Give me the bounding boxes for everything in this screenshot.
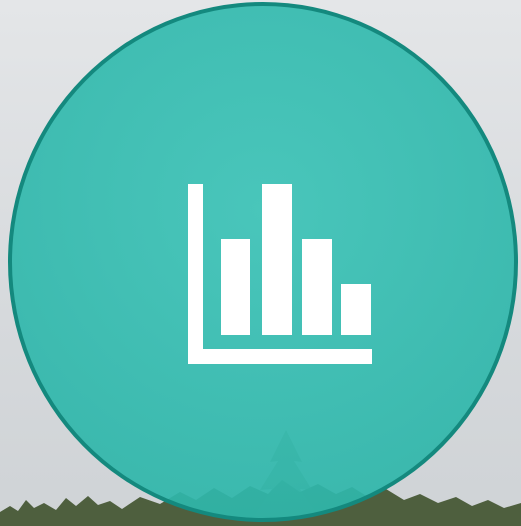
- bar-chart-icon: [188, 184, 372, 364]
- chart-app-icon[interactable]: [8, 2, 518, 522]
- bar-3: [302, 239, 332, 335]
- bar-2: [262, 184, 292, 335]
- bar-4: [341, 284, 371, 335]
- y-axis-line: [188, 184, 203, 364]
- bar-1: [221, 239, 250, 335]
- wallpaper: [0, 0, 521, 526]
- x-axis-line: [188, 349, 372, 364]
